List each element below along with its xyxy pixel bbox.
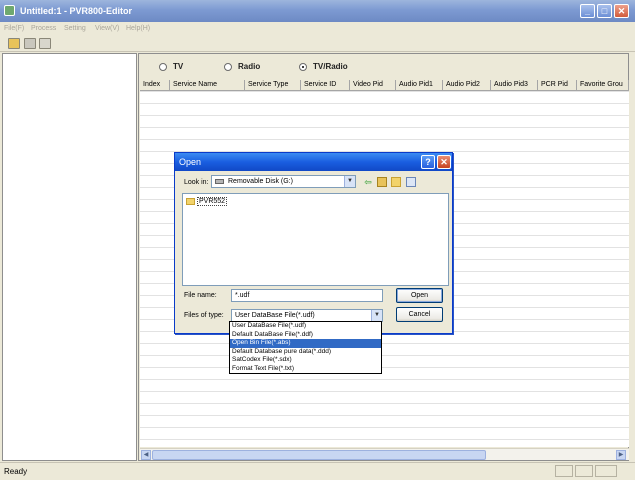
dialog-titlebar[interactable]: Open ? ✕	[175, 153, 452, 171]
dropdown-option[interactable]: User DataBase File(*.udf)	[230, 322, 381, 331]
dialog-title: Open	[179, 157, 202, 167]
radio-tv-radio-label: TV/Radio	[313, 62, 348, 71]
folder-name: PVR552	[197, 197, 228, 206]
file-type-dropdown: User DataBase File(*.udf) Default DataBa…	[229, 321, 382, 374]
menu-process[interactable]: Process	[31, 25, 56, 32]
up-folder-icon[interactable]	[377, 177, 387, 187]
dialog-close-button[interactable]: ✕	[437, 155, 451, 169]
status-panel	[595, 465, 617, 477]
status-panel	[555, 465, 573, 477]
col-service-id[interactable]: Service ID	[301, 80, 350, 91]
menu-view[interactable]: View(V)	[95, 25, 119, 32]
window-titlebar[interactable]: Untitled:1 - PVR800-Editor _ □ ✕	[0, 0, 635, 22]
col-pcr-pid[interactable]: PCR Pid	[538, 80, 577, 91]
open-button[interactable]: Open	[396, 288, 443, 303]
file-name-label: File name:	[184, 292, 217, 299]
file-type-label: Files of type:	[184, 312, 224, 319]
radio-tv-label: TV	[173, 62, 184, 71]
window-title: Untitled:1 - PVR800-Editor	[20, 6, 133, 16]
radio-radio-label: Radio	[238, 62, 261, 71]
window-right-border	[629, 53, 635, 461]
new-folder-icon[interactable]	[391, 177, 401, 187]
dropdown-option[interactable]: SatCodex File(*.sdx)	[230, 356, 381, 365]
drive-icon	[215, 179, 224, 184]
file-list[interactable]: PVR552	[182, 193, 449, 286]
radio-indicator	[159, 62, 167, 71]
back-icon[interactable]: ⇦	[363, 177, 373, 187]
radio-indicator	[224, 62, 232, 71]
status-bar: Ready	[0, 462, 635, 480]
chevron-down-icon[interactable]: ▼	[371, 310, 382, 321]
radio-indicator-selected	[299, 62, 307, 71]
dropdown-option[interactable]: Default DataBase File(*.ddf)	[230, 331, 381, 340]
menu-file[interactable]: File(F)	[4, 25, 24, 32]
col-audio-pid2[interactable]: Audio Pid2	[443, 80, 491, 91]
radio-radio[interactable]: Radio	[224, 62, 260, 71]
print-icon[interactable]	[39, 38, 51, 49]
tree-pane[interactable]	[2, 53, 137, 461]
grid-header: Index Service Name Service Type Service …	[140, 80, 629, 91]
radio-tv[interactable]: TV	[159, 62, 183, 71]
scroll-thumb[interactable]	[152, 450, 486, 460]
minimize-button[interactable]: _	[580, 4, 595, 18]
help-button[interactable]: ?	[421, 155, 435, 169]
app-icon	[4, 5, 15, 16]
cancel-button[interactable]: Cancel	[396, 307, 443, 322]
horizontal-scrollbar[interactable]: ◀ ▶	[140, 448, 629, 460]
look-in-label: Look in:	[184, 179, 209, 186]
col-audio-pid3[interactable]: Audio Pid3	[491, 80, 538, 91]
folder-icon	[186, 198, 195, 205]
status-panel	[575, 465, 593, 477]
look-in-combo[interactable]: Removable Disk (G:) ▼	[211, 175, 356, 188]
open-folder-icon[interactable]	[8, 38, 20, 49]
menu-setting[interactable]: Setting	[64, 25, 86, 32]
look-in-value: Removable Disk (G:)	[228, 178, 293, 185]
col-audio-pid1[interactable]: Audio Pid1	[396, 80, 443, 91]
open-dialog: Open ? ✕ Look in: Removable Disk (G:) ▼ …	[174, 152, 453, 334]
maximize-button[interactable]: □	[597, 4, 612, 18]
dropdown-option[interactable]: Format Text File(*.txt)	[230, 365, 381, 374]
radio-tv-radio[interactable]: TV/Radio	[299, 62, 348, 71]
file-name-input[interactable]: *.udf	[231, 289, 383, 302]
file-type-value: User DataBase File(*.udf)	[235, 312, 315, 319]
menu-help[interactable]: Help(H)	[126, 25, 150, 32]
menu-bar: File(F) Process Setting View(V) Help(H)	[0, 22, 635, 36]
col-index[interactable]: Index	[140, 80, 170, 91]
status-text: Ready	[4, 467, 28, 476]
view-menu-icon[interactable]	[406, 177, 416, 187]
scroll-left-icon[interactable]: ◀	[141, 450, 151, 460]
col-service-name[interactable]: Service Name	[170, 80, 245, 91]
col-favorite-group[interactable]: Favorite Grou	[577, 80, 629, 91]
save-disk-icon[interactable]	[24, 38, 36, 49]
list-item[interactable]: PVR552	[186, 197, 228, 206]
toolbar	[0, 36, 635, 52]
dropdown-option[interactable]: Default Database pure data(*.ddd)	[230, 348, 381, 357]
col-video-pid[interactable]: Video Pid	[350, 80, 396, 91]
scroll-right-icon[interactable]: ▶	[616, 450, 626, 460]
mode-radio-group: TV Radio TV/Radio	[139, 54, 630, 80]
col-service-type[interactable]: Service Type	[245, 80, 301, 91]
dropdown-option-highlighted[interactable]: Open Bin File(*.abs)	[230, 339, 381, 348]
close-button[interactable]: ✕	[614, 4, 629, 18]
chevron-down-icon[interactable]: ▼	[344, 176, 355, 187]
